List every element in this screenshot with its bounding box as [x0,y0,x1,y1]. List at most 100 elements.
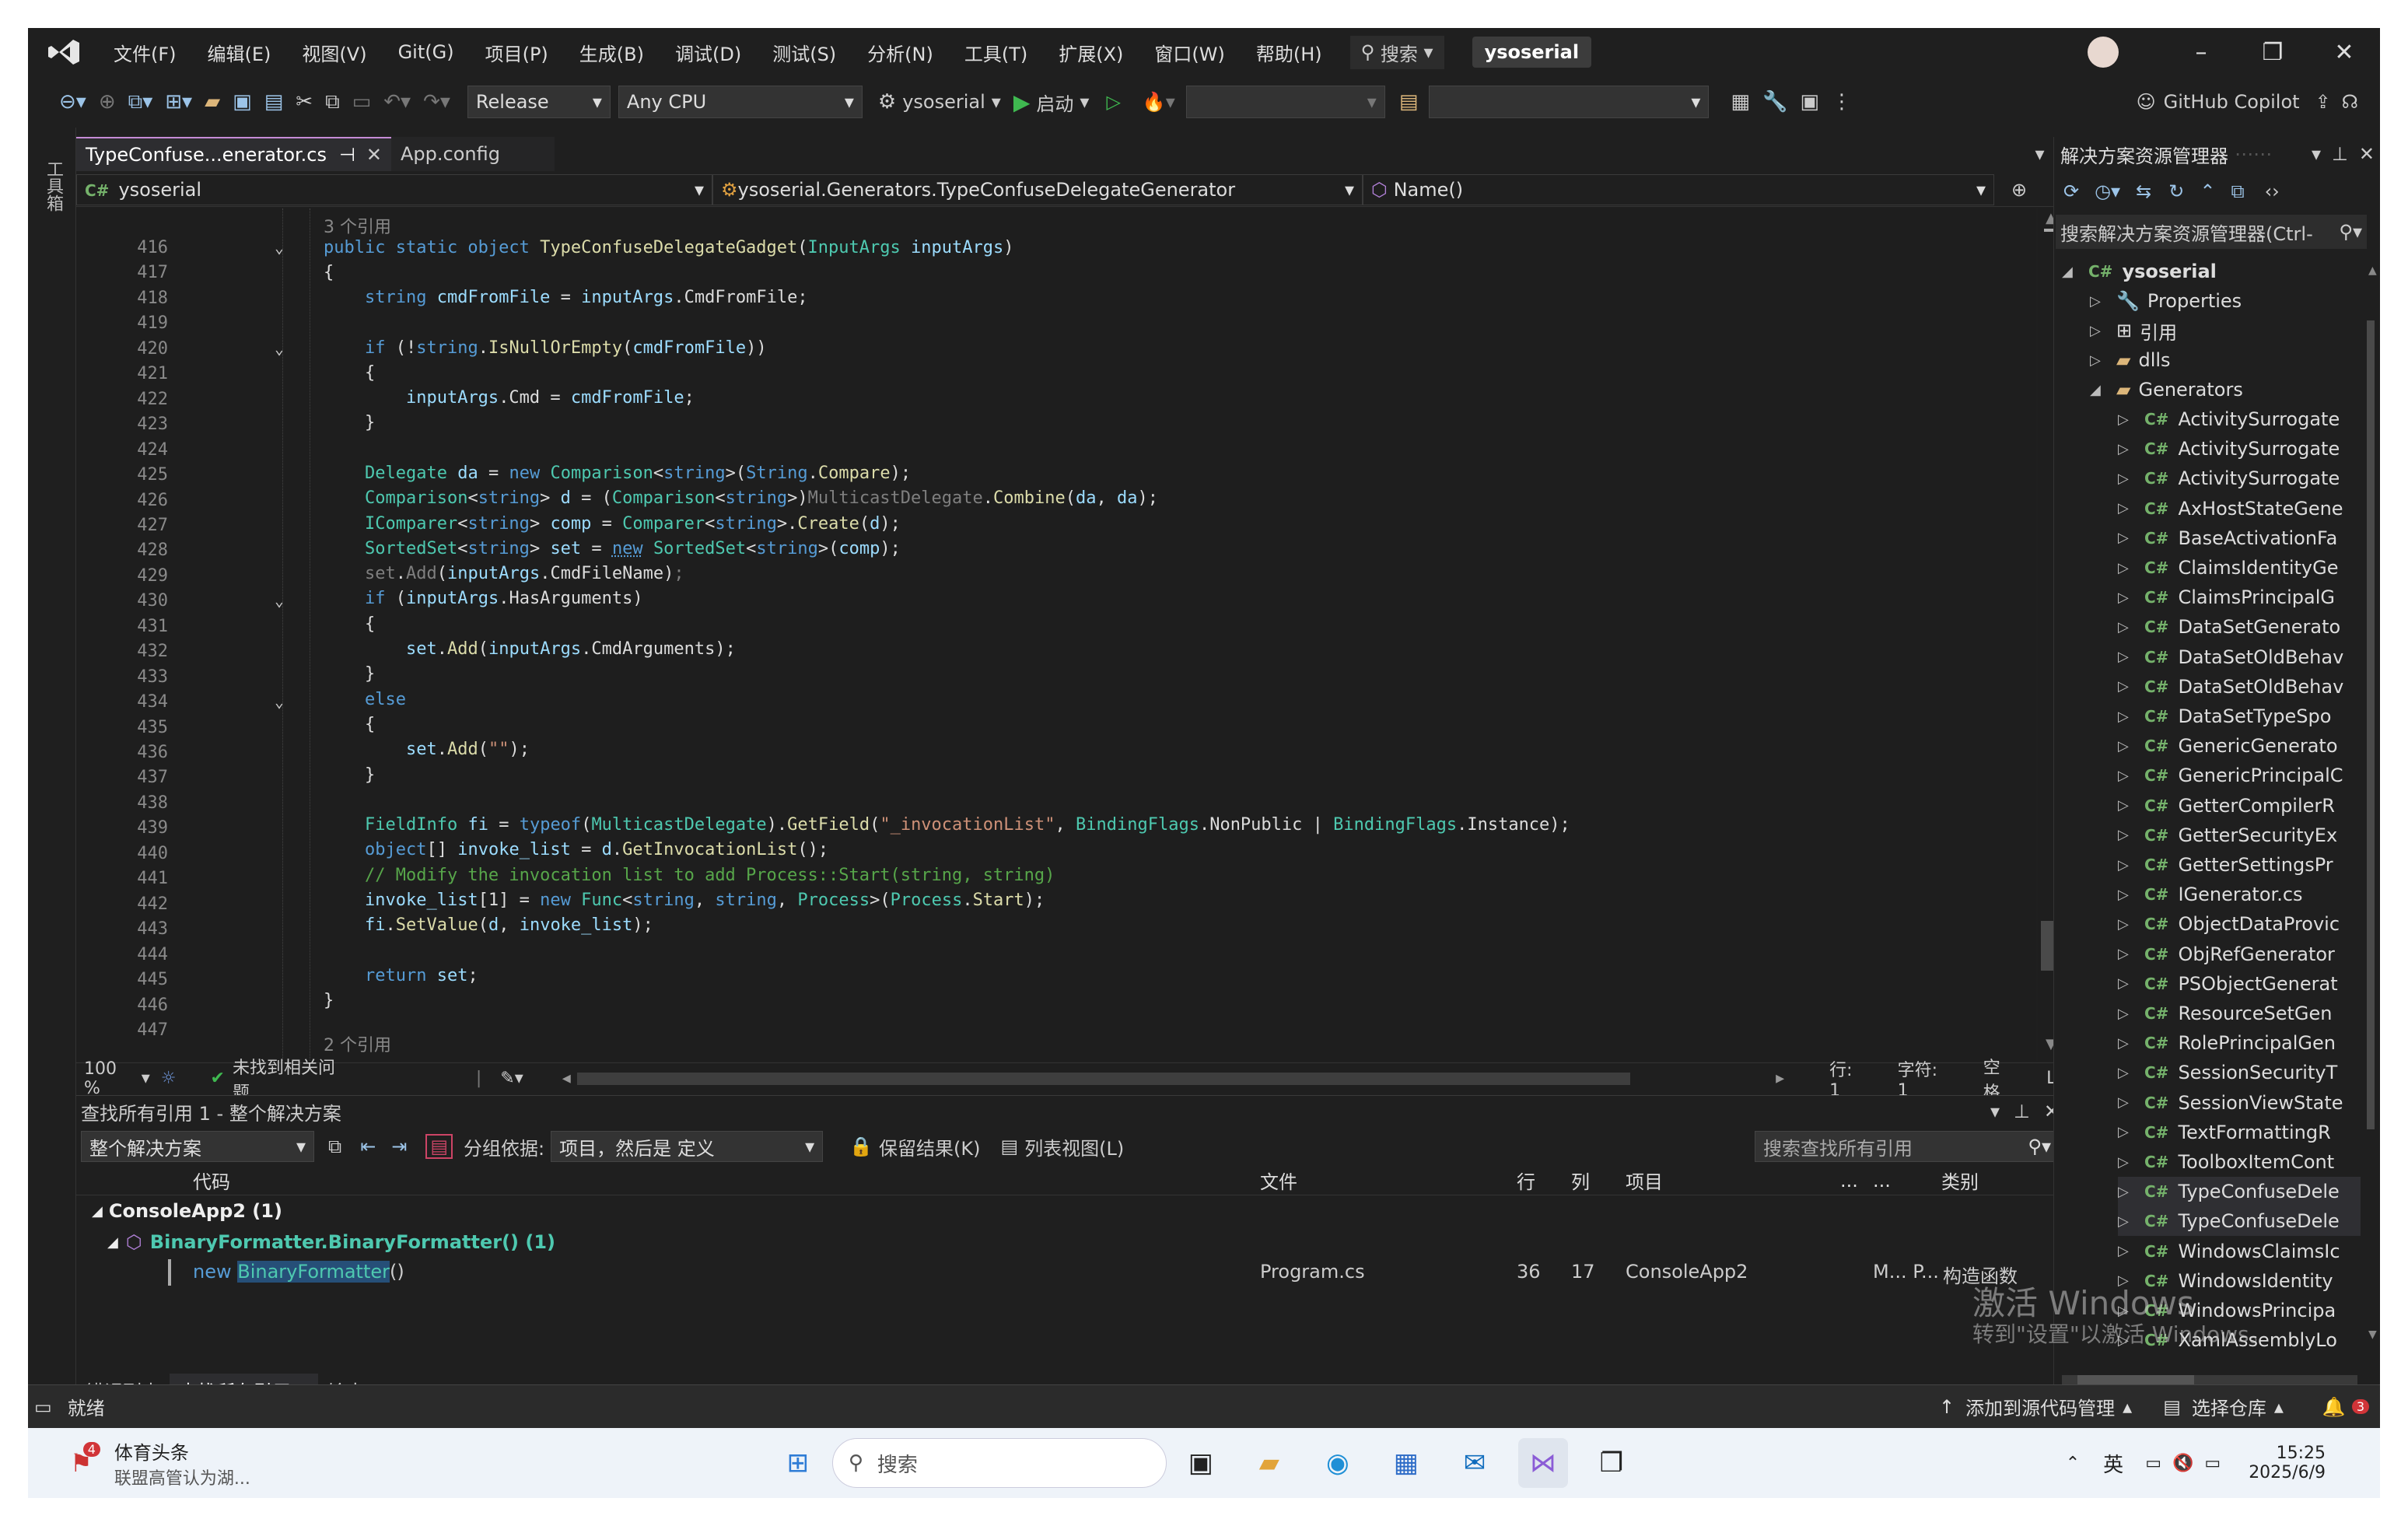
list-view-button[interactable]: 列表视图(L) [1024,1133,1124,1160]
menu-file[interactable]: 文件(F) [98,39,192,66]
collapsed-triangle-icon[interactable]: ▷ [2118,827,2144,843]
wrench-icon[interactable]: 🔧 [1762,90,1787,114]
tree-file[interactable]: ▷ C# PSObjectGenerat [2118,969,2338,999]
collapsed-triangle-icon[interactable]: ▷ [2118,678,2144,695]
tree-file[interactable]: ▷ C# ActivitySurrogate [2118,404,2340,434]
history-icon[interactable]: ◷▾ [2095,180,2120,202]
cleanup-icon[interactable]: ✎▾ [500,1069,523,1088]
toolbox-label[interactable]: 工具箱 [40,160,65,212]
outlook-icon[interactable]: ✉ [1450,1438,1500,1488]
feedback-icon[interactable]: ☊ [2342,91,2358,113]
solution-tree[interactable]: ◢ C# ysoserial ▷ 🔧 Properties ▷ ⊞ 引用 ▷ ▰ dlls ◢ ▰… [2054,254,2361,1389]
col-file[interactable]: 文件 [1260,1167,1297,1194]
scope-select[interactable]: 整个解决方案 ▾ [81,1131,314,1162]
startup-project[interactable]: ysoserial [902,91,985,113]
collapsed-triangle-icon[interactable]: ▷ [2090,352,2116,369]
tree-file[interactable]: ▷ C# ActivitySurrogate [2118,464,2340,493]
minimize-icon[interactable]: – [2165,39,2237,66]
tree-file[interactable]: ▷ C# GetterCompilerR [2118,791,2335,821]
back-icon[interactable]: ⊖▾ [59,90,86,114]
collapsed-triangle-icon[interactable]: ▷ [2118,649,2144,665]
collapsed-triangle-icon[interactable]: ▷ [2118,738,2144,754]
visual-studio-icon[interactable]: ⋈ [1517,1438,1568,1488]
groupby-select[interactable]: 项目，然后是 定义 ▾ [551,1131,824,1162]
tree-dlls[interactable]: ▷ ▰ dlls [2090,345,2171,375]
collapsed-triangle-icon[interactable]: ▷ [2118,1065,2144,1081]
col-extra1[interactable]: ... [1840,1170,1858,1192]
collapsed-triangle-icon[interactable]: ▷ [2118,500,2144,516]
scroll-left-icon[interactable]: ◂ [562,1069,571,1088]
line-indicator[interactable]: 行: 1 [1829,1056,1866,1101]
menu-debug[interactable]: 调试(D) [660,39,757,66]
debug-target-select[interactable]: ▾ [1185,86,1385,118]
network-icon[interactable]: ▭ [2145,1454,2161,1473]
dropdown-icon[interactable]: ▾ [1990,1101,2000,1122]
find-search-input[interactable]: 搜索查找所有引用 ⚲▾ [1755,1131,2060,1162]
col-code[interactable]: 代码 [193,1167,230,1194]
close-icon[interactable]: ✕ [2359,143,2375,165]
collapsed-triangle-icon[interactable]: ▷ [2118,1184,2144,1200]
code-view-icon[interactable]: ‹› [2265,180,2280,202]
code-area[interactable]: 3 个引用 public static object TypeConfuseDe… [324,208,2035,1061]
tree-file[interactable]: ▷ C# WindowsClaimsIc [2118,1237,2340,1266]
expand-all-icon[interactable]: ⇥ [391,1136,407,1157]
close-icon[interactable]: ✕ [366,144,382,166]
collapse-icon[interactable]: ⌃ [2200,180,2215,202]
share-icon[interactable]: ⇪ [2315,91,2331,113]
platform-select[interactable]: Any CPU ▾ [618,86,863,118]
collapsed-triangle-icon[interactable]: ▷ [2118,857,2144,873]
tree-file[interactable]: ▷ C# RolePrincipalGen [2118,1028,2336,1058]
news-widget[interactable]: 体育头条 联盟高管认为湖... [114,1437,250,1489]
health-icon[interactable]: ☼ [161,1069,177,1088]
tree-file[interactable]: ▷ C# SessionSecurityT [2118,1058,2337,1087]
collapse-all-icon[interactable]: ⇤ [360,1136,376,1157]
visual-studio-logo-icon[interactable] [47,35,81,69]
start-play-icon[interactable]: ▶ [1013,89,1031,115]
cut-icon[interactable]: ✂ [296,90,313,114]
select-repository[interactable]: 选择仓库 [2192,1393,2266,1420]
store-icon[interactable]: ▦ [1381,1438,1431,1488]
tree-file[interactable]: ▷ C# ToolboxItemCont [2118,1147,2334,1177]
output-icon[interactable]: ▭ [34,1396,52,1418]
pin-icon[interactable]: ⊥ [2332,143,2348,165]
collapsed-triangle-icon[interactable]: ▷ [2118,887,2144,903]
menu-tools[interactable]: 工具(T) [949,39,1043,66]
codelens-refs[interactable]: 3 个引用 [324,213,391,238]
collapsed-triangle-icon[interactable]: ▷ [2118,619,2144,635]
collapsed-triangle-icon[interactable]: ▷ [2118,975,2144,992]
global-search[interactable]: ⚲ 搜索 ▾ [1349,35,1444,69]
start-button[interactable]: ⊞ [773,1438,823,1488]
user-avatar[interactable] [2088,37,2119,68]
collapsed-triangle-icon[interactable]: ▷ [2118,530,2144,546]
forward-icon[interactable]: ⊕ [99,90,116,114]
browser-select[interactable]: ▾ [1429,86,1710,118]
copy-icon[interactable]: ⧉ [328,1136,341,1157]
collapsed-triangle-icon[interactable]: ▷ [2118,916,2144,933]
task-view-icon[interactable]: ▣ [1176,1438,1226,1488]
menu-extensions[interactable]: 扩展(X) [1043,39,1139,66]
result-row[interactable]: new BinaryFormatter() Program.cs 36 17 C… [76,1258,2066,1289]
new-project-icon[interactable]: ⧉▾ [128,90,153,114]
refresh-icon[interactable]: ↻ [2168,180,2184,202]
file-explorer-icon[interactable]: ▰ [1244,1438,1294,1488]
col-extra2[interactable]: ... [1873,1170,1891,1192]
pin-icon[interactable]: ⊥ [2014,1101,2030,1122]
show-all-icon[interactable]: ⧉ [2231,180,2244,202]
zoom-level[interactable]: 100 % [84,1059,135,1098]
tree-file[interactable]: ▷ C# ClaimsIdentityGe [2118,553,2338,583]
menu-edit[interactable]: 编辑(E) [192,39,287,66]
tree-file[interactable]: ▷ C# BaseActivationFa [2118,523,2337,553]
taskbar-search[interactable]: ⚲ 搜索 [831,1438,1167,1488]
expanded-triangle-icon[interactable]: ◢ [2062,264,2088,280]
col-kind[interactable]: 类别 [1941,1167,1979,1194]
tree-file[interactable]: ▷ C# SessionViewState [2118,1088,2343,1118]
tree-properties[interactable]: ▷ 🔧 Properties [2090,286,2242,316]
edge-icon[interactable]: ◉ [1313,1438,1363,1488]
tree-file[interactable]: ▷ C# TextFormattingR [2118,1118,2331,1147]
split-icon[interactable]: ⊕ [2011,179,2027,201]
open-folder-icon[interactable]: ▰ [205,90,220,114]
tree-file[interactable]: ▷ C# AxHostStateGene [2118,494,2343,523]
menu-view[interactable]: 视图(V) [286,39,382,66]
redo-icon[interactable]: ↷▾ [423,90,450,114]
gear-icon[interactable]: ⚙ [878,90,896,114]
